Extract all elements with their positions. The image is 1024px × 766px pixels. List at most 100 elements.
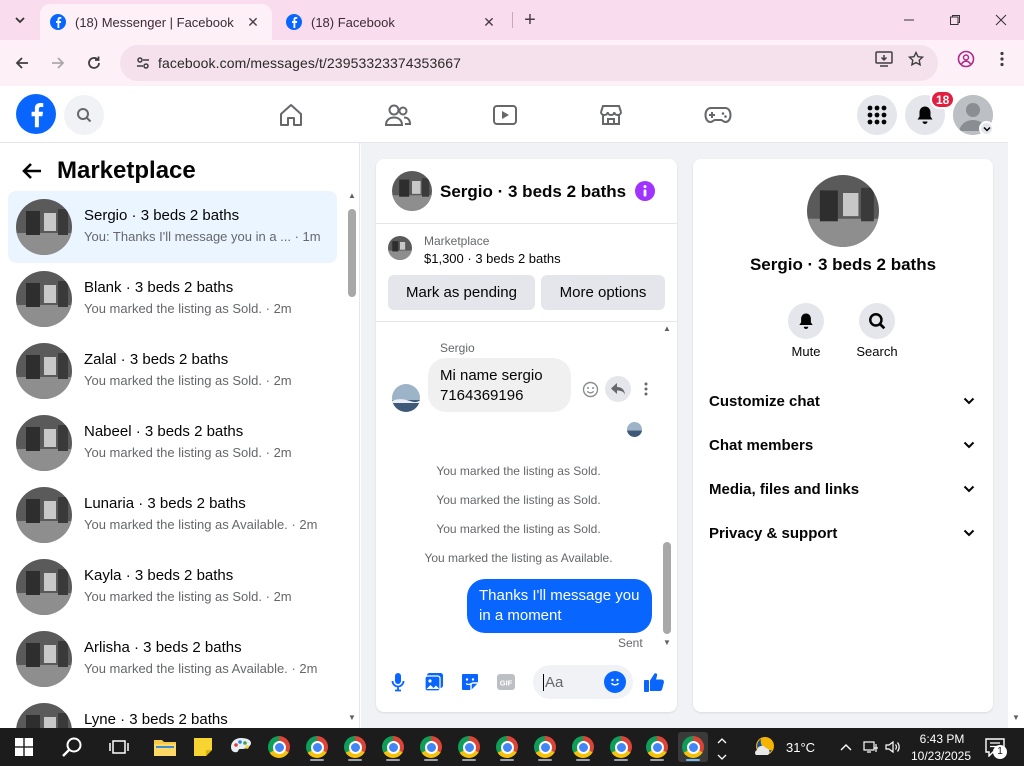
tab-messenger[interactable]: (18) Messenger | Facebook ✕ (40, 4, 272, 40)
reply-icon[interactable] (605, 376, 631, 402)
chrome-taskbar-icon[interactable] (492, 732, 522, 762)
outgoing-message[interactable]: Thanks I'll message you in a moment (467, 579, 652, 633)
browser-menu-icon[interactable] (991, 48, 1013, 70)
back-arrow-icon[interactable] (20, 159, 44, 183)
conversation-item[interactable]: Blank · 3 beds 2 baths You marked the li… (8, 263, 337, 335)
weather-icon[interactable] (750, 732, 780, 762)
conversation-item[interactable]: Zalal · 3 beds 2 baths You marked the li… (8, 335, 337, 407)
new-tab-icon[interactable]: + (520, 9, 540, 31)
chrome-taskbar-icon[interactable] (568, 732, 598, 762)
friends-icon[interactable] (380, 98, 416, 132)
running-indicator (310, 759, 324, 761)
gif-icon[interactable]: GIF (495, 671, 517, 693)
conversation-info-icon[interactable] (635, 181, 655, 201)
listing-thumbnail[interactable] (388, 236, 412, 260)
react-smiley-icon[interactable] (577, 376, 603, 402)
network-icon[interactable] (860, 732, 882, 762)
thumbs-up-icon[interactable] (643, 671, 665, 693)
bookmark-star-icon[interactable] (905, 48, 927, 70)
media-files-links-section[interactable]: Media, files and links (709, 469, 979, 509)
menu-grid-button[interactable] (857, 95, 897, 135)
message-input[interactable]: Aa (533, 665, 633, 699)
back-icon[interactable] (9, 50, 35, 76)
conversation-item[interactable]: Kayla · 3 beds 2 baths You marked the li… (8, 551, 337, 623)
marketplace-icon[interactable] (593, 98, 629, 132)
conversation-list-scrollbar[interactable]: ▲ ▼ (346, 191, 358, 722)
chat-scrollbar[interactable]: ▲ ▼ (661, 322, 673, 652)
scroll-up-icon[interactable]: ▲ (662, 324, 672, 333)
conversation-item[interactable]: Lyne · 3 beds 2 baths (8, 695, 337, 728)
install-app-icon[interactable] (873, 48, 895, 70)
scroll-down-icon[interactable]: ▼ (347, 713, 357, 722)
address-bar[interactable]: facebook.com/messages/t/2395332337435366… (120, 45, 938, 81)
account-chevron-icon[interactable] (979, 121, 994, 136)
chrome-taskbar-icon[interactable] (454, 732, 484, 762)
file-explorer-icon[interactable] (150, 732, 180, 762)
reload-icon[interactable] (81, 50, 107, 76)
customize-chat-section[interactable]: Customize chat (709, 381, 979, 421)
taskbar-overflow-chevrons-icon[interactable] (712, 732, 732, 762)
scroll-down-icon[interactable]: ▼ (662, 638, 672, 647)
restore-window-icon[interactable] (932, 0, 978, 40)
chrome-taskbar-icon[interactable] (606, 732, 636, 762)
volume-icon[interactable] (882, 732, 904, 762)
chrome-taskbar-icon[interactable] (378, 732, 408, 762)
chat-title[interactable]: Sergio · 3 beds 2 baths (440, 182, 626, 202)
gaming-icon[interactable] (700, 98, 736, 132)
privacy-support-section[interactable]: Privacy & support (709, 513, 979, 553)
clock-date[interactable]: 10/23/2025 (908, 749, 974, 763)
conversation-item[interactable]: Sergio · 3 beds 2 baths You: Thanks I'll… (8, 191, 337, 263)
weather-temperature[interactable]: 31°C (786, 740, 815, 755)
sender-avatar[interactable] (392, 384, 420, 412)
conversation-avatar[interactable] (807, 175, 879, 247)
tab-facebook[interactable]: (18) Facebook ✕ (276, 4, 508, 40)
show-hidden-icons-icon[interactable] (835, 732, 857, 762)
chrome-taskbar-icon[interactable] (302, 732, 332, 762)
forward-icon[interactable] (45, 50, 71, 76)
facebook-logo-icon[interactable] (16, 94, 56, 134)
page-scrollbar[interactable]: ▼ (1008, 86, 1024, 728)
mute-button[interactable]: Mute (771, 303, 841, 359)
close-window-icon[interactable] (978, 0, 1024, 40)
chrome-taskbar-icon[interactable] (264, 732, 294, 762)
scrollbar-thumb[interactable] (663, 542, 671, 634)
task-view-icon[interactable] (104, 732, 134, 762)
close-tab-icon[interactable]: ✕ (480, 13, 498, 31)
conversation-item[interactable]: Lunaria · 3 beds 2 baths You marked the … (8, 479, 337, 551)
incoming-message[interactable]: Mi name sergio 7164369196 (428, 358, 571, 412)
chrome-taskbar-icon[interactable] (530, 732, 560, 762)
chrome-taskbar-icon-active[interactable] (678, 732, 708, 762)
minimize-window-icon[interactable] (886, 0, 932, 40)
taskbar-search-icon[interactable] (57, 732, 87, 762)
close-tab-icon[interactable]: ✕ (244, 13, 262, 31)
emoji-icon[interactable] (604, 671, 626, 693)
conversation-item[interactable]: Arlisha · 3 beds 2 baths You marked the … (8, 623, 337, 695)
scroll-down-icon[interactable]: ▼ (1011, 712, 1021, 722)
photo-attach-icon[interactable] (423, 671, 445, 693)
chat-avatar[interactable] (392, 171, 432, 211)
chat-members-section[interactable]: Chat members (709, 425, 979, 465)
chrome-taskbar-icon[interactable] (642, 732, 672, 762)
mark-as-pending-button[interactable]: Mark as pending (388, 275, 535, 310)
scrollbar-thumb[interactable] (348, 209, 356, 297)
conversation-item[interactable]: Nabeel · 3 beds 2 baths You marked the l… (8, 407, 337, 479)
scroll-up-icon[interactable]: ▲ (347, 191, 357, 200)
more-options-button[interactable]: More options (541, 275, 665, 310)
home-icon[interactable] (273, 98, 309, 132)
clock-time[interactable]: 6:43 PM (914, 732, 970, 746)
sticky-notes-icon[interactable] (188, 732, 218, 762)
paint-app-icon[interactable] (226, 732, 256, 762)
windows-start-icon[interactable] (9, 732, 39, 762)
chrome-profile-icon[interactable] (955, 48, 977, 70)
site-info-icon[interactable] (128, 55, 158, 71)
video-icon[interactable] (487, 98, 523, 132)
more-actions-icon[interactable] (633, 376, 659, 402)
search-in-conversation-button[interactable]: Search (842, 303, 912, 359)
facebook-search-button[interactable] (64, 95, 104, 135)
chrome-taskbar-icon[interactable] (340, 732, 370, 762)
microphone-icon[interactable] (387, 671, 409, 693)
listing-price[interactable]: $1,300 · 3 beds 2 baths (424, 251, 561, 266)
sticker-icon[interactable] (459, 671, 481, 693)
tab-search-button[interactable] (7, 8, 33, 32)
chrome-taskbar-icon[interactable] (416, 732, 446, 762)
